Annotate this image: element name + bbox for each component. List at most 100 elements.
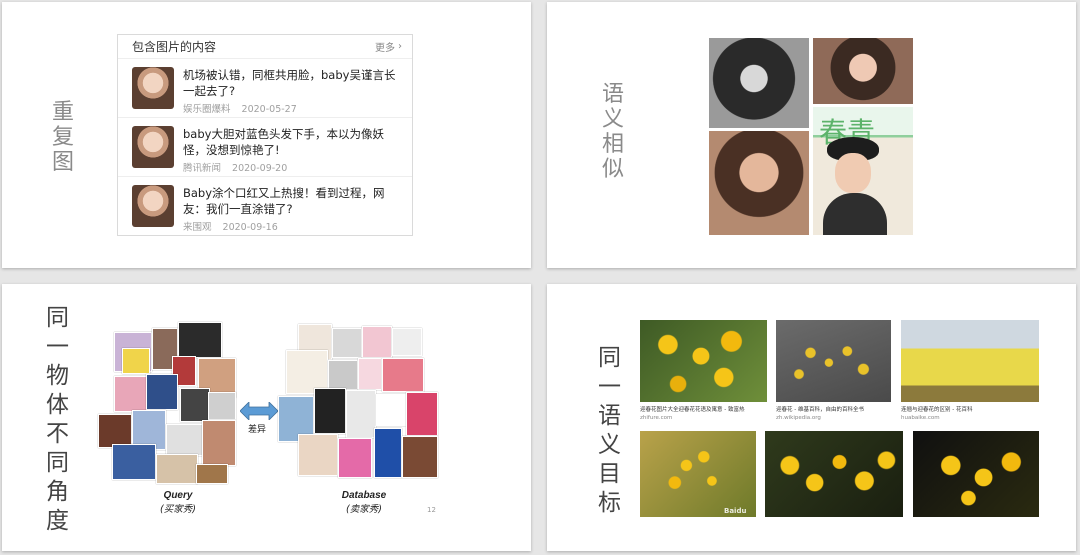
database-photo bbox=[374, 428, 402, 478]
slide-title-vertical: 重 复 图 bbox=[52, 100, 74, 175]
database-caption: Database (卖家秀) bbox=[334, 490, 394, 515]
image-caption: 迎春花 - 维基百科，自由的百科全书 zh.wikipedia.org bbox=[776, 406, 894, 422]
database-photo bbox=[328, 360, 358, 390]
title-char: 同 bbox=[46, 450, 69, 476]
database-photo bbox=[382, 358, 424, 392]
news-thumbnail bbox=[132, 126, 174, 168]
news-card-header: 包含图片的内容 更多 › bbox=[118, 35, 412, 59]
caption-source: huabaike.com bbox=[901, 415, 940, 421]
slide-same-object-different-angle: 同 一 物 体 不 同 角 度 差异 Query (买家秀) Database … bbox=[2, 284, 531, 551]
watermark-text: Baidu bbox=[724, 507, 747, 515]
more-link[interactable]: 更多 › bbox=[375, 39, 402, 54]
news-meta: 娱乐圈爆料 2020-05-27 bbox=[183, 101, 402, 115]
news-card-title: 包含图片的内容 bbox=[132, 40, 217, 54]
caption-title[interactable]: 迎春花 - 维基百科，自由的百科全书 bbox=[776, 407, 864, 413]
query-photo bbox=[202, 420, 236, 466]
query-photo bbox=[196, 464, 228, 484]
double-arrow-icon bbox=[240, 402, 278, 420]
flower-photo bbox=[913, 431, 1039, 517]
news-item[interactable]: baby大胆对蓝色头发下手，本以为像妖怪，没想到惊艳了! 腾讯新闻 2020-0… bbox=[118, 118, 412, 177]
title-char: 相 bbox=[602, 132, 625, 157]
news-item[interactable]: Baby涂个口红又上热搜！看到过程，网友：我们一直涂错了? 来围观 2020-0… bbox=[118, 177, 412, 235]
flower-photo bbox=[776, 320, 891, 402]
database-photo bbox=[298, 434, 338, 476]
title-char: 同 bbox=[46, 305, 69, 331]
image-caption: 连翘与迎春花的区别 - 花百科 huabaike.com bbox=[901, 406, 1039, 422]
database-photo bbox=[346, 390, 376, 438]
title-char: 角 bbox=[46, 479, 69, 505]
news-date: 2020-09-16 bbox=[222, 222, 278, 233]
face-shape bbox=[835, 153, 871, 193]
flower-photo bbox=[640, 320, 767, 402]
title-char: 目 bbox=[598, 461, 621, 487]
query-photo bbox=[180, 388, 210, 422]
title-char: 语 bbox=[602, 82, 625, 107]
query-label: Query bbox=[163, 490, 193, 501]
news-title: baby大胆对蓝色头发下手，本以为像妖怪，没想到惊艳了! bbox=[183, 127, 384, 157]
slide-title-vertical: 语 义 相 似 bbox=[602, 82, 624, 182]
database-sublabel: (卖家秀) bbox=[346, 504, 382, 515]
title-char: 复 bbox=[52, 125, 75, 150]
caption-title[interactable]: 迎春花图片大全迎春花花语及寓意 - 致富热 bbox=[640, 407, 744, 413]
database-photo bbox=[406, 392, 438, 436]
news-meta: 腾讯新闻 2020-09-20 bbox=[183, 160, 402, 174]
news-thumbnail bbox=[132, 67, 174, 109]
database-photo bbox=[392, 328, 422, 356]
news-date: 2020-05-27 bbox=[241, 104, 297, 115]
news-item[interactable]: 机场被认错，同框共用脸，baby吴谨言长一起去了? 娱乐圈爆料 2020-05-… bbox=[118, 59, 412, 118]
query-photo bbox=[208, 392, 236, 420]
title-char: 度 bbox=[46, 508, 69, 534]
title-char: 物 bbox=[46, 363, 69, 389]
news-source: 来围观 bbox=[183, 222, 212, 233]
portrait-photo bbox=[709, 131, 809, 235]
magazine-cover-photo: 春青 bbox=[813, 107, 913, 235]
slide-semantic-similar: 语 义 相 似 春青 bbox=[547, 2, 1076, 268]
query-photo bbox=[156, 454, 198, 484]
query-photo bbox=[178, 322, 222, 358]
title-char: 语 bbox=[598, 403, 621, 429]
news-card: 包含图片的内容 更多 › 机场被认错，同框共用脸，baby吴谨言长一起去了? 娱… bbox=[117, 34, 413, 236]
caption-title[interactable]: 连翘与迎春花的区别 - 花百科 bbox=[901, 407, 972, 413]
flower-photo: Baidu bbox=[640, 431, 756, 517]
query-photo bbox=[122, 348, 150, 374]
slide-same-semantic-target: 同 一 语 义 目 标 迎春花图片大全迎春花花语及寓意 - 致富热 zhifur… bbox=[547, 284, 1076, 551]
database-photo bbox=[362, 326, 392, 358]
news-title: Baby涂个口红又上热搜！看到过程，网友：我们一直涂错了? bbox=[183, 186, 385, 216]
database-label: Database bbox=[341, 490, 387, 501]
query-photo bbox=[112, 444, 156, 480]
title-char: 义 bbox=[602, 107, 625, 132]
title-char: 体 bbox=[46, 392, 69, 418]
database-photo bbox=[358, 358, 382, 390]
news-date: 2020-09-20 bbox=[232, 163, 288, 174]
title-char: 一 bbox=[598, 374, 621, 400]
query-photo bbox=[98, 414, 132, 448]
portrait-photo-bw bbox=[709, 38, 809, 128]
database-photo bbox=[376, 394, 406, 426]
page-number: 12 bbox=[427, 506, 436, 514]
slide-title-vertical: 同 一 物 体 不 同 角 度 bbox=[46, 304, 69, 536]
query-photo bbox=[114, 376, 148, 412]
news-thumbnail bbox=[132, 185, 174, 227]
database-photo bbox=[314, 388, 346, 434]
title-char: 义 bbox=[598, 432, 621, 458]
query-photo bbox=[166, 424, 206, 456]
difference-label: 差异 bbox=[248, 425, 267, 435]
flower-photo bbox=[765, 431, 903, 517]
title-char: 标 bbox=[598, 490, 621, 516]
slide-repeated-image: 重 复 图 包含图片的内容 更多 › 机场被认错，同框共用脸，baby吴谨言长一… bbox=[2, 2, 531, 268]
more-label: 更多 bbox=[375, 43, 395, 54]
database-photo bbox=[332, 328, 362, 358]
chevron-right-icon: › bbox=[398, 41, 402, 52]
body-shape bbox=[823, 193, 887, 235]
news-meta: 来围观 2020-09-16 bbox=[183, 219, 402, 233]
news-source: 娱乐圈爆料 bbox=[183, 104, 231, 115]
caption-source: zhifure.com bbox=[640, 415, 673, 421]
slide-title-vertical: 同 一 语 义 目 标 bbox=[598, 344, 621, 518]
title-char: 不 bbox=[46, 421, 69, 447]
portrait-photo bbox=[813, 38, 913, 104]
title-char: 图 bbox=[52, 150, 75, 175]
database-photo bbox=[338, 438, 372, 478]
image-caption: 迎春花图片大全迎春花花语及寓意 - 致富热 zhifure.com bbox=[640, 406, 770, 422]
news-title: 机场被认错，同框共用脸，baby吴谨言长一起去了? bbox=[183, 68, 396, 98]
query-caption: Query (买家秀) bbox=[150, 490, 206, 515]
